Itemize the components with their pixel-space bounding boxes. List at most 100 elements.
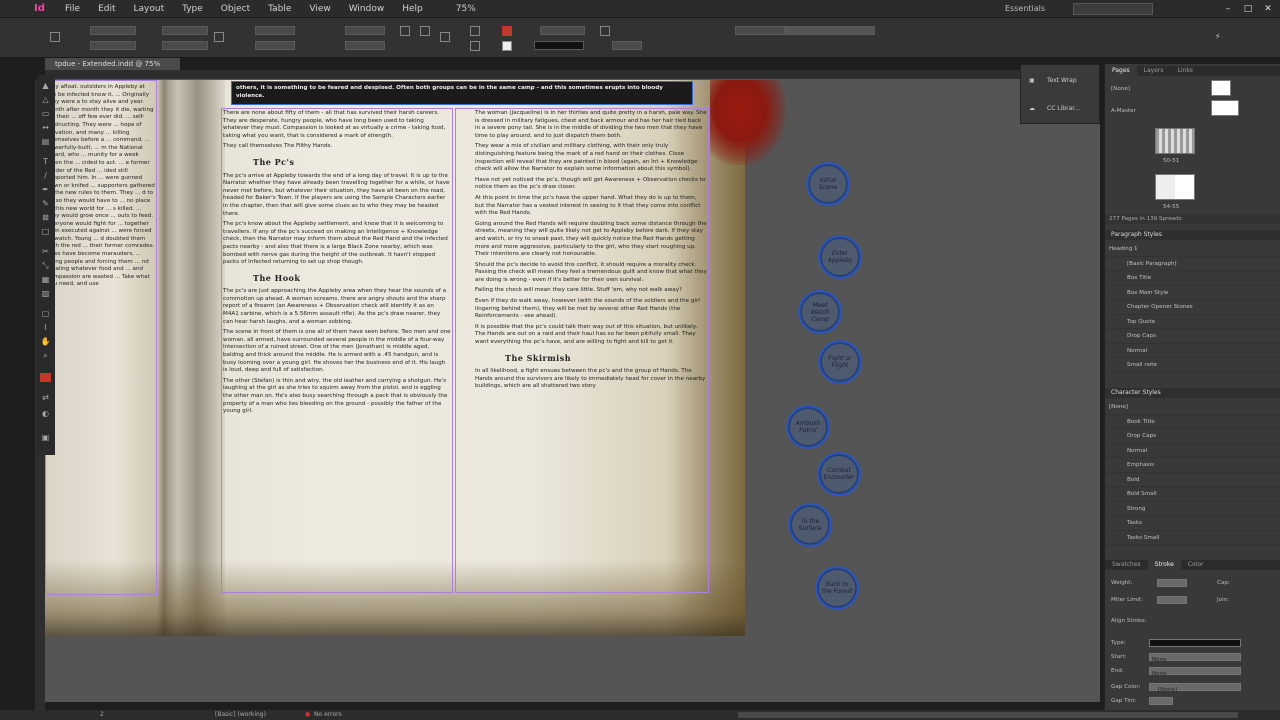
gap-tool-icon[interactable]: ↔ — [40, 123, 51, 132]
zoom-level[interactable]: 75% — [456, 4, 506, 14]
stroke-weight-field[interactable] — [540, 26, 585, 35]
stroke-miter-input[interactable] — [1157, 596, 1187, 604]
paragraph-style-item[interactable]: Normal — [1105, 344, 1280, 358]
page-thumb-50-51[interactable] — [1155, 128, 1195, 154]
text-wrap-icon[interactable]: ▣ — [1029, 77, 1035, 84]
cc-libraries-label[interactable]: CC Librar... — [1047, 105, 1080, 112]
paragraph-style-item[interactable]: Box Title — [1105, 271, 1280, 286]
document-tab[interactable]: tpdue - Extended.indd @ 75% — [45, 58, 180, 70]
type-tool-icon[interactable]: T — [40, 157, 51, 166]
gradient-tool-icon[interactable]: ▦ — [40, 275, 51, 284]
search-input[interactable] — [1073, 3, 1153, 15]
paragraph-style-item[interactable]: Chapter Opener Stones — [1105, 300, 1280, 315]
menu-window[interactable]: Window — [340, 4, 394, 14]
rectangle-frame-tool-icon[interactable]: ⊠ — [40, 213, 51, 222]
scale-x-field[interactable] — [255, 26, 295, 35]
swap-fill-stroke-icon[interactable]: ⇄ — [40, 393, 51, 402]
character-style-item[interactable]: Tasks — [1105, 516, 1280, 531]
none-master-thumb[interactable] — [1211, 80, 1231, 96]
stroke-weight-input[interactable] — [1157, 579, 1187, 587]
flow-node-to-the-surface[interactable]: To the Surface — [788, 503, 832, 547]
character-style-item[interactable]: Emphasis — [1105, 458, 1280, 473]
flow-node-ambush-patrol[interactable]: Ambush Patrol — [786, 405, 830, 449]
shear-field[interactable] — [345, 41, 385, 50]
line-tool-icon[interactable]: / — [40, 171, 51, 180]
fill-swatch-icon[interactable] — [502, 26, 512, 36]
stroke-swatch-icon[interactable] — [502, 41, 512, 51]
stroke-type-select[interactable] — [1149, 639, 1241, 647]
menu-layout[interactable]: Layout — [125, 4, 174, 14]
h-field[interactable] — [162, 41, 208, 50]
paragraph-style-item[interactable]: Top Quote — [1105, 315, 1280, 329]
paragraph-style-item[interactable]: Drop Caps — [1105, 329, 1280, 344]
flow-node-enter-appleby[interactable]: Enter Appleby — [818, 235, 862, 279]
gradient-feather-tool-icon[interactable]: ▧ — [40, 289, 51, 298]
minimize-icon[interactable]: – — [1220, 2, 1236, 16]
direct-selection-tool-icon[interactable]: △ — [40, 95, 51, 104]
horizontal-ruler[interactable] — [45, 70, 1100, 80]
w-field[interactable] — [162, 26, 208, 35]
menu-view[interactable]: View — [300, 4, 339, 14]
page-tool-icon[interactable]: ▭ — [40, 109, 51, 118]
lightning-icon[interactable]: ⚡ — [1215, 32, 1225, 42]
menu-edit[interactable]: Edit — [89, 4, 124, 14]
paragraph-style-item[interactable]: Small note — [1105, 358, 1280, 373]
character-style-item[interactable]: Strong — [1105, 502, 1280, 516]
object-style-field[interactable] — [785, 26, 875, 35]
apply-color-icon[interactable]: ◐ — [40, 409, 51, 418]
y-field[interactable] — [90, 41, 136, 50]
preflight-status[interactable]: No errors — [314, 711, 342, 718]
scale-y-field[interactable] — [255, 41, 295, 50]
rectangle-tool-icon[interactable]: □ — [40, 227, 51, 236]
text-wrap-label[interactable]: Text Wrap — [1047, 77, 1077, 84]
flip-vertical-icon[interactable] — [420, 26, 430, 36]
tab-swatches[interactable]: Swatches — [1105, 560, 1148, 570]
master-a[interactable]: A-Master — [1111, 108, 1136, 114]
flip-horizontal-icon[interactable] — [400, 26, 410, 36]
text-frame-icon[interactable] — [440, 32, 450, 42]
selection-tool-icon[interactable]: ▲ — [40, 81, 51, 90]
character-style-item[interactable]: Tasks Small — [1105, 531, 1280, 545]
x-field[interactable] — [90, 26, 136, 35]
flow-node-meet-watch-camp[interactable]: Meet Watch Camp — [798, 290, 842, 334]
select-content-icon[interactable] — [470, 41, 480, 51]
link-proportions-icon[interactable] — [214, 32, 224, 42]
tab-pages[interactable]: Pages — [1105, 66, 1137, 76]
close-icon[interactable]: ✕ — [1260, 2, 1276, 16]
zoom-tool-icon[interactable]: ⌕ — [40, 351, 51, 360]
character-styles-header[interactable]: Character Styles — [1105, 388, 1280, 398]
flow-node-combat-encounter[interactable]: Combat Encounter — [817, 452, 861, 496]
stroke-start-select[interactable]: None — [1149, 653, 1241, 663]
corner-field[interactable] — [735, 26, 785, 35]
cc-libraries-icon[interactable]: ☁ — [1029, 105, 1035, 112]
menu-type[interactable]: Type — [173, 4, 212, 14]
hand-tool-icon[interactable]: ✋ — [40, 337, 51, 346]
header-text-frame[interactable]: others, it is something to be feared and… — [231, 81, 693, 105]
horizontal-scrollbar[interactable] — [738, 712, 1238, 718]
stroke-gap-color-select[interactable]: [None] — [1149, 683, 1241, 693]
maximize-icon[interactable]: □ — [1240, 2, 1256, 16]
note-tool-icon[interactable]: ▢ — [40, 309, 51, 318]
stroke-type-field[interactable] — [534, 41, 584, 50]
paragraph-style-item[interactable]: Box Main Style — [1105, 286, 1280, 300]
eyedropper-tool-icon[interactable]: ⌇ — [40, 323, 51, 332]
tab-color[interactable]: Color — [1181, 560, 1211, 570]
tab-links[interactable]: Links — [1171, 66, 1200, 76]
select-container-icon[interactable] — [470, 26, 480, 36]
reference-point-icon[interactable] — [50, 32, 60, 42]
workspace-switcher[interactable]: Essentials — [1005, 2, 1065, 16]
character-style-item[interactable]: Book Title — [1105, 415, 1280, 429]
tab-layers[interactable]: Layers — [1137, 66, 1171, 76]
stroke-end-select[interactable]: None — [1149, 667, 1241, 677]
paragraph-styles-header[interactable]: Paragraph Styles — [1105, 230, 1280, 240]
free-transform-tool-icon[interactable]: ⤡ — [40, 261, 51, 270]
menu-table[interactable]: Table — [259, 4, 300, 14]
opacity-field[interactable] — [612, 41, 642, 50]
page-number[interactable]: 2 — [100, 711, 104, 718]
character-style-item[interactable]: Bold — [1105, 473, 1280, 487]
menu-help[interactable]: Help — [393, 4, 432, 14]
pencil-tool-icon[interactable]: ✎ — [40, 199, 51, 208]
paragraph-style-item[interactable]: [Basic Paragraph] — [1105, 257, 1280, 271]
scissors-tool-icon[interactable]: ✂ — [40, 247, 51, 256]
character-style-item[interactable]: Normal — [1105, 444, 1280, 458]
